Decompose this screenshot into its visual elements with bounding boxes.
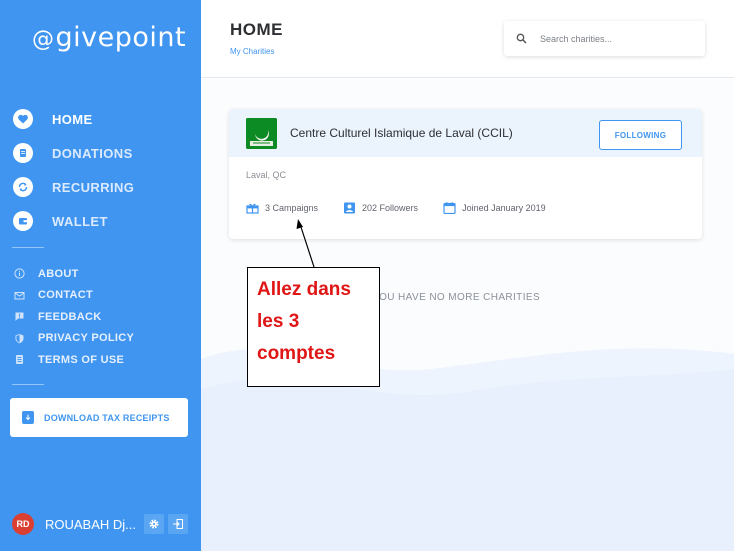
campaigns-count: 3 Campaigns xyxy=(265,203,319,213)
followers-stat: 202 Followers xyxy=(343,202,418,214)
calendar-icon xyxy=(443,202,456,214)
nav-item-terms-of-use[interactable]: TERMS OF USE xyxy=(0,349,201,371)
main-nav: HOME DONATIONS RECURRING WALLET xyxy=(0,102,201,238)
joined-date: Joined January 2019 xyxy=(462,203,546,213)
nav-item-home[interactable]: HOME xyxy=(0,102,201,136)
nav-item-contact[interactable]: CONTACT xyxy=(0,285,201,307)
charity-card-header: Centre Culturel Islamique de Laval (CCIL… xyxy=(229,109,702,157)
nav-label: TERMS OF USE xyxy=(38,353,125,366)
sidebar-divider xyxy=(12,384,44,385)
sidebar: @givepoint HOME DONATIONS RECURRING WALL… xyxy=(0,0,201,551)
campaigns-stat[interactable]: 3 Campaigns xyxy=(246,202,318,214)
info-icon xyxy=(13,268,25,280)
nav-label: PRIVACY POLICY xyxy=(38,332,135,345)
charity-logo xyxy=(246,117,277,149)
shield-icon xyxy=(13,332,25,344)
annotation-line: les 3 xyxy=(257,311,300,332)
list-icon xyxy=(13,143,33,163)
annotation-line: Allez dans xyxy=(257,279,351,300)
app-logo[interactable]: @givepoint xyxy=(32,22,186,53)
nav-item-privacy-policy[interactable]: PRIVACY POLICY xyxy=(0,328,201,350)
joined-stat: Joined January 2019 xyxy=(443,202,546,214)
following-button[interactable]: FOLLOWING xyxy=(599,120,682,150)
search-icon xyxy=(516,33,527,44)
nav-label: ABOUT xyxy=(38,267,79,280)
logo-at-symbol: @ xyxy=(32,27,55,52)
secondary-nav: ABOUT CONTACT FEEDBACK PRIVACY POLICY TE… xyxy=(0,263,201,371)
charity-stats: 3 Campaigns 202 Followers Joined January… xyxy=(246,202,571,214)
nav-item-feedback[interactable]: FEEDBACK xyxy=(0,306,201,328)
download-tax-receipts-button[interactable]: DOWNLOAD TAX RECEIPTS xyxy=(10,398,188,437)
header: HOME My Charities xyxy=(201,0,734,78)
campaign-gift-icon xyxy=(246,203,259,214)
nav-item-donations[interactable]: DONATIONS xyxy=(0,136,201,170)
nav-label: HOME xyxy=(52,111,93,127)
wallet-icon xyxy=(13,211,33,231)
nav-label: CONTACT xyxy=(38,289,94,302)
nav-item-wallet[interactable]: WALLET xyxy=(0,204,201,238)
user-name[interactable]: ROUABAH Dj... xyxy=(45,517,140,532)
settings-icon[interactable] xyxy=(144,514,164,534)
download-icon xyxy=(22,411,34,424)
search-input[interactable] xyxy=(540,33,690,44)
charity-location: Laval, QC xyxy=(246,170,287,180)
breadcrumb[interactable]: My Charities xyxy=(230,47,274,56)
sidebar-divider xyxy=(12,247,44,248)
logout-icon[interactable] xyxy=(168,514,188,534)
search-box[interactable] xyxy=(504,21,705,56)
tax-button-label: DOWNLOAD TAX RECEIPTS xyxy=(44,412,170,423)
avatar[interactable]: RD xyxy=(12,513,34,535)
annotation-line: comptes xyxy=(257,343,336,364)
nav-item-about[interactable]: ABOUT xyxy=(0,263,201,285)
user-bar: RD ROUABAH Dj... xyxy=(12,513,192,535)
nav-item-recurring[interactable]: RECURRING xyxy=(0,170,201,204)
nav-label: WALLET xyxy=(52,213,108,229)
followers-count: 202 Followers xyxy=(362,203,419,213)
feedback-icon xyxy=(13,311,25,323)
nav-label: DONATIONS xyxy=(52,145,133,161)
document-icon xyxy=(13,354,25,366)
followers-icon xyxy=(344,202,356,214)
charity-card[interactable]: Centre Culturel Islamique de Laval (CCIL… xyxy=(229,109,702,239)
mail-icon xyxy=(13,289,25,301)
annotation-callout: Allez dans les 3 comptes xyxy=(247,267,380,387)
nav-label: RECURRING xyxy=(52,179,135,195)
refresh-icon xyxy=(13,177,33,197)
empty-state-message: YOU HAVE NO MORE CHARITIES xyxy=(372,292,541,303)
page-title: HOME xyxy=(230,20,283,39)
heart-icon xyxy=(13,109,33,129)
logo-text: givepoint xyxy=(55,22,187,53)
nav-label: FEEDBACK xyxy=(38,310,102,323)
